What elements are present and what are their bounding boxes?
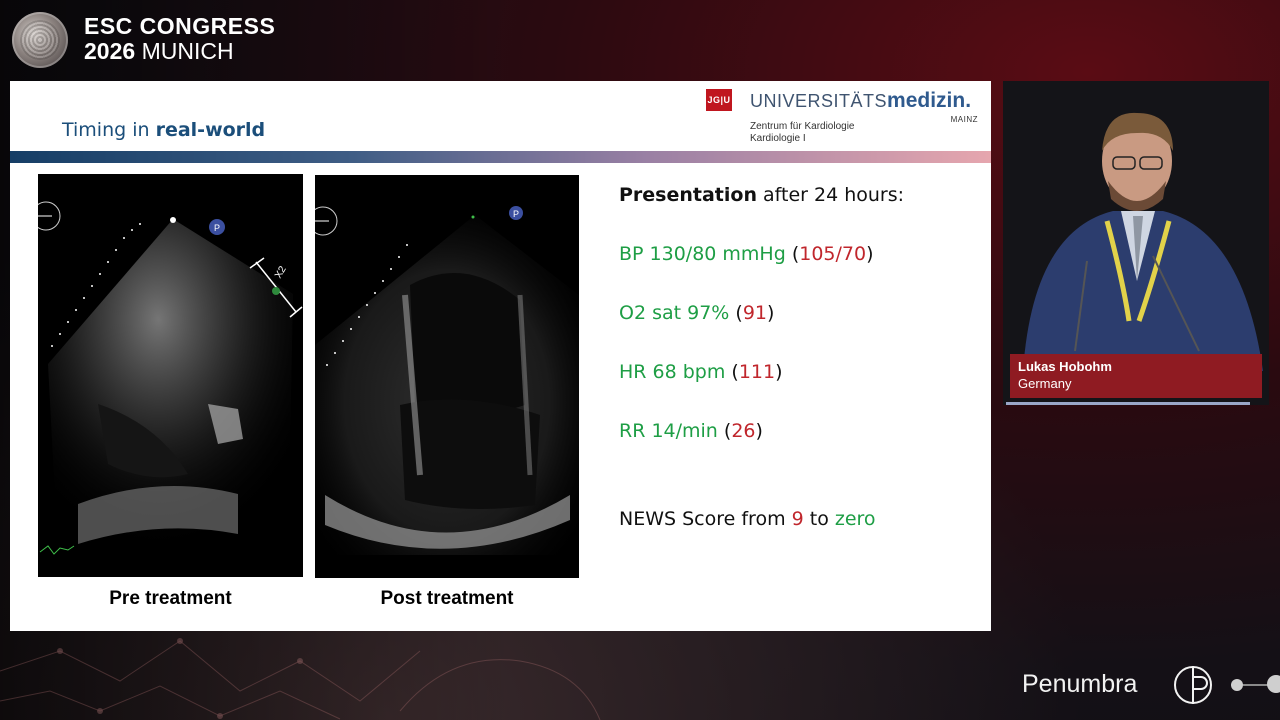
department-line-2: Kardiologie I: [750, 133, 806, 144]
news-score-line: NEWS Score from 9 to zero: [619, 508, 876, 530]
vital-paren-open: (: [729, 302, 743, 324]
vital-paren-open: (: [785, 243, 800, 265]
vital-oxygen-saturation: O2 sat 97% (91): [619, 302, 774, 324]
dot-icon: [1267, 675, 1280, 693]
vital-paren-open: (: [717, 420, 732, 442]
university-logo: JG|U UNIVERSITÄTSmedizin. MAINZ Zentrum …: [706, 87, 986, 153]
news-from-value: 9: [791, 508, 804, 530]
slide-title-plain: Timing in: [62, 119, 156, 141]
vital-paren-open: (: [725, 361, 739, 383]
slide-title: Timing in real-world: [62, 119, 265, 141]
news-to-value: zero: [834, 508, 876, 530]
vital-prior-value: 105/70: [799, 243, 867, 265]
presentation-slide: Timing in real-world JG|U UNIVERSITÄTSme…: [10, 81, 991, 631]
connector-line: [1243, 684, 1269, 686]
speaker-name: Lukas Hobohm: [1018, 359, 1112, 374]
conference-year: 2026: [84, 38, 136, 64]
news-prefix: NEWS Score from: [619, 508, 792, 530]
echo-post-marker: P: [513, 209, 519, 219]
university-city: MAINZ: [950, 115, 978, 124]
slide-title-bold: real-world: [155, 119, 266, 141]
university-name-plain: UNIVERSITÄTS: [750, 91, 888, 111]
vital-blood-pressure: BP 130/80 mmHg (105/70): [619, 243, 874, 265]
title-gradient-rule: [10, 151, 991, 163]
echo-image-pre-treatment: P X2: [38, 174, 303, 577]
echo-post-graphic: P: [315, 206, 579, 555]
circuit-decoration: [0, 638, 601, 720]
dot-icon: [1231, 679, 1243, 691]
vital-value: BP 130/80 mmHg: [619, 243, 786, 265]
conference-city: MUNICH: [141, 38, 234, 64]
vital-prior-value: 91: [742, 302, 767, 324]
echo-image-post-treatment: P: [315, 175, 579, 578]
video-accent-bar: [1006, 402, 1250, 405]
vital-value: HR 68 bpm: [619, 361, 726, 383]
pagination-dots-icon: [1231, 675, 1280, 693]
university-name: UNIVERSITÄTSmedizin.: [750, 89, 971, 113]
speaker-country: Germany: [1018, 376, 1072, 391]
echo-pre-graphic: P X2: [38, 201, 303, 555]
university-name-bold: medizin.: [887, 89, 972, 112]
esc-globe-logo: [12, 12, 68, 68]
vital-respiratory-rate: RR 14/min (26): [619, 420, 763, 442]
vital-paren-close: ): [767, 302, 775, 324]
news-mid: to: [803, 508, 835, 530]
speaker-name-plate: Lukas Hobohm Germany: [1010, 354, 1262, 398]
vital-value: O2 sat 97%: [619, 302, 730, 324]
conference-location: 2026 MUNICH: [84, 39, 275, 64]
department-line-1: Zentrum für Kardiologie: [750, 121, 855, 132]
vital-value: RR 14/min: [619, 420, 718, 442]
conference-title: ESC CONGRESS 2026 MUNICH: [84, 14, 275, 64]
vital-paren-close: ): [775, 361, 783, 383]
conference-name: ESC CONGRESS: [84, 13, 276, 39]
jgu-logo-mark: JG|U: [706, 89, 732, 111]
vital-paren-close: ): [755, 420, 763, 442]
caption-post-treatment: Post treatment: [380, 588, 514, 609]
penumbra-logo-icon: [1174, 666, 1212, 704]
presentation-heading: Presentation after 24 hours:: [619, 184, 904, 206]
vital-paren-close: ): [866, 243, 874, 265]
vital-heart-rate: HR 68 bpm (111): [619, 361, 783, 383]
vital-prior-value: 26: [731, 420, 756, 442]
caption-pre-treatment: Pre treatment: [109, 588, 232, 609]
echo-pre-scale-label: X2: [273, 264, 289, 280]
echo-pre-marker: P: [214, 223, 220, 233]
presentation-heading-rest: after 24 hours:: [756, 184, 905, 206]
presentation-heading-bold: Presentation: [619, 184, 757, 206]
vital-prior-value: 111: [738, 361, 776, 383]
sponsor-name: Penumbra: [1022, 670, 1138, 698]
